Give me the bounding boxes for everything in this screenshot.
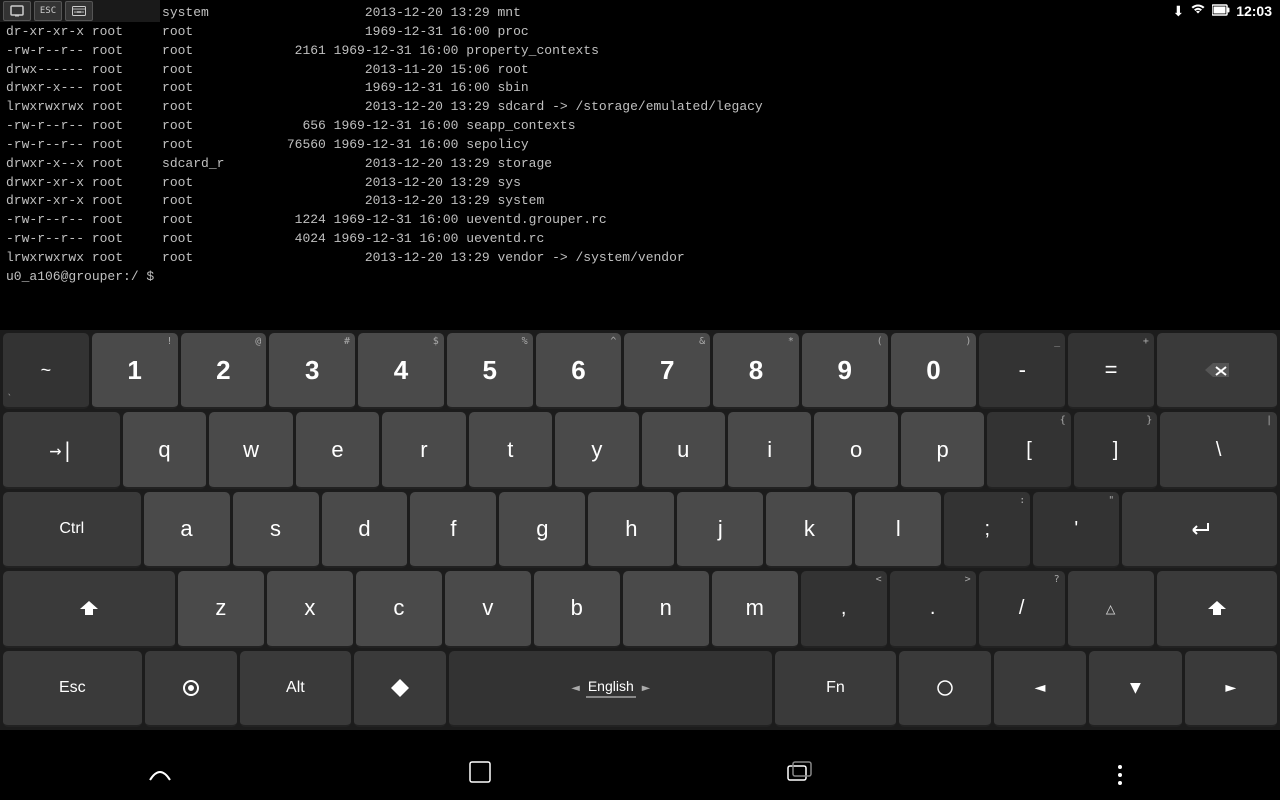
key-e[interactable]: e bbox=[296, 412, 379, 488]
key-7[interactable]: &7 bbox=[624, 333, 710, 409]
keyboard-row-zxcv: z x c v b n m <, >. ?/ △ bbox=[0, 568, 1280, 647]
key-o[interactable]: o bbox=[814, 412, 897, 488]
key-u[interactable]: u bbox=[642, 412, 725, 488]
key-semicolon[interactable]: :; bbox=[944, 492, 1030, 568]
key-q[interactable]: q bbox=[123, 412, 206, 488]
key-8[interactable]: *8 bbox=[713, 333, 799, 409]
navigation-bar bbox=[0, 750, 1280, 800]
time-display: 12:03 bbox=[1236, 3, 1272, 19]
key-tilde[interactable]: ~` bbox=[3, 333, 89, 409]
toolbar-esc-btn[interactable]: ESC bbox=[34, 1, 62, 21]
key-lbracket[interactable]: {[ bbox=[987, 412, 1070, 488]
nav-menu-btn[interactable] bbox=[1090, 765, 1150, 785]
toolbar: ESC bbox=[0, 0, 160, 22]
key-circle-nav[interactable] bbox=[899, 651, 991, 727]
key-f[interactable]: f bbox=[410, 492, 496, 568]
key-quote[interactable]: "' bbox=[1033, 492, 1119, 568]
key-fn[interactable]: Fn bbox=[775, 651, 895, 727]
key-z[interactable]: z bbox=[178, 571, 264, 647]
key-period[interactable]: >. bbox=[890, 571, 976, 647]
key-j[interactable]: j bbox=[677, 492, 763, 568]
keyboard-row-qwerty: →| q w e r t y u i o p {[ }] |\ bbox=[0, 409, 1280, 488]
key-0[interactable]: )0 bbox=[891, 333, 977, 409]
key-alt[interactable]: Alt bbox=[240, 651, 351, 727]
key-language[interactable]: ◄ English ► bbox=[449, 651, 772, 727]
key-ctrl[interactable]: Ctrl bbox=[3, 492, 141, 568]
key-r[interactable]: r bbox=[382, 412, 465, 488]
key-slash[interactable]: ?/ bbox=[979, 571, 1065, 647]
key-w[interactable]: w bbox=[209, 412, 292, 488]
key-backspace[interactable] bbox=[1157, 333, 1277, 409]
key-shift-right[interactable] bbox=[1157, 571, 1277, 647]
battery-icon bbox=[1212, 4, 1230, 19]
key-right-arrow[interactable]: ► bbox=[1185, 651, 1277, 727]
key-delete[interactable]: △ bbox=[1068, 571, 1154, 647]
key-shift-left[interactable] bbox=[3, 571, 175, 647]
key-4[interactable]: $4 bbox=[358, 333, 444, 409]
key-h[interactable]: h bbox=[588, 492, 674, 568]
key-esc[interactable]: Esc bbox=[3, 651, 142, 727]
bluetooth-icon: ⬇ bbox=[1172, 3, 1184, 20]
keyboard-row-bottom: Esc Alt ◄ English ► Fn bbox=[0, 648, 1280, 730]
key-6[interactable]: ^6 bbox=[536, 333, 622, 409]
keyboard: ~` !1 @2 #3 $4 %5 ^6 &7 *8 (9 )0 _- += →… bbox=[0, 330, 1280, 730]
key-m[interactable]: m bbox=[712, 571, 798, 647]
key-2[interactable]: @2 bbox=[181, 333, 267, 409]
language-label: English bbox=[588, 678, 634, 694]
nav-home-btn[interactable] bbox=[450, 758, 510, 792]
keyboard-row-asdf: Ctrl a s d f g h j k l :; "' bbox=[0, 489, 1280, 568]
key-b[interactable]: b bbox=[534, 571, 620, 647]
key-diamond[interactable] bbox=[354, 651, 446, 727]
key-minus[interactable]: _- bbox=[979, 333, 1065, 409]
key-c[interactable]: c bbox=[356, 571, 442, 647]
key-down-arrow[interactable]: ▼ bbox=[1089, 651, 1181, 727]
key-d[interactable]: d bbox=[322, 492, 408, 568]
key-s[interactable]: s bbox=[233, 492, 319, 568]
nav-back-btn[interactable] bbox=[130, 762, 190, 788]
key-1[interactable]: !1 bbox=[92, 333, 178, 409]
key-y[interactable]: y bbox=[555, 412, 638, 488]
key-k[interactable]: k bbox=[766, 492, 852, 568]
key-v[interactable]: v bbox=[445, 571, 531, 647]
key-x[interactable]: x bbox=[267, 571, 353, 647]
key-3[interactable]: #3 bbox=[269, 333, 355, 409]
key-p[interactable]: p bbox=[901, 412, 984, 488]
key-rbracket[interactable]: }] bbox=[1074, 412, 1157, 488]
key-backslash[interactable]: |\ bbox=[1160, 412, 1277, 488]
key-n[interactable]: n bbox=[623, 571, 709, 647]
key-enter[interactable] bbox=[1122, 492, 1277, 568]
wifi-icon bbox=[1190, 3, 1206, 20]
nav-recents-btn[interactable] bbox=[770, 760, 830, 790]
key-5[interactable]: %5 bbox=[447, 333, 533, 409]
key-tab[interactable]: →| bbox=[3, 412, 120, 488]
key-a[interactable]: a bbox=[144, 492, 230, 568]
terminal-screen[interactable]: drwxrwxr-x root system 2013-12-20 13:29 … bbox=[0, 0, 1280, 330]
key-left-arrow[interactable]: ◄ bbox=[994, 651, 1086, 727]
toolbar-keyboard-btn[interactable] bbox=[65, 1, 93, 21]
key-l[interactable]: l bbox=[855, 492, 941, 568]
key-9[interactable]: (9 bbox=[802, 333, 888, 409]
keyboard-row-numbers: ~` !1 @2 #3 $4 %5 ^6 &7 *8 (9 )0 _- += bbox=[0, 330, 1280, 409]
key-g[interactable]: g bbox=[499, 492, 585, 568]
toolbar-screen-btn[interactable] bbox=[3, 1, 31, 21]
key-circle-btn[interactable] bbox=[145, 651, 237, 727]
key-t[interactable]: t bbox=[469, 412, 552, 488]
status-bar: ⬇ 12:03 bbox=[1172, 0, 1280, 22]
key-equals[interactable]: += bbox=[1068, 333, 1154, 409]
key-comma[interactable]: <, bbox=[801, 571, 887, 647]
key-i[interactable]: i bbox=[728, 412, 811, 488]
